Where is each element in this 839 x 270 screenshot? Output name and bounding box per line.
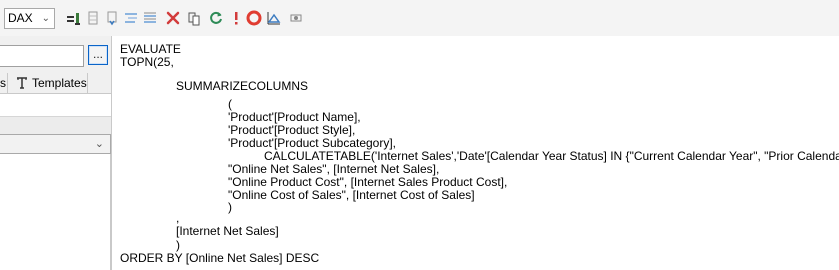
left-panel: ... s Templates ⌄: [0, 36, 112, 270]
server-icon[interactable]: [288, 10, 304, 26]
stop-icon[interactable]: [246, 10, 262, 26]
language-value: DAX: [8, 11, 33, 25]
clear-icon[interactable]: [165, 10, 181, 26]
search-field[interactable]: [0, 94, 111, 117]
error-icon[interactable]: [228, 10, 244, 26]
run-query-icon[interactable]: [66, 10, 82, 26]
panel-dropdown[interactable]: ⌄: [0, 134, 111, 154]
output-file-icon[interactable]: [104, 10, 120, 26]
code-line: ORDER BY [Online Net Sales] DESC: [120, 251, 320, 265]
chevron-down-icon: ⌄: [41, 13, 50, 24]
format-small-icon[interactable]: [142, 10, 158, 26]
code-line: "Online Cost of Sales", [Internet Cost o…: [228, 188, 475, 202]
paste-icon[interactable]: [186, 10, 202, 26]
format-query-icon[interactable]: [123, 10, 139, 26]
tab-templates[interactable]: Templates: [9, 73, 88, 93]
code-line: SUMMARIZECOLUMNS: [176, 79, 309, 93]
connection-field[interactable]: [0, 45, 84, 67]
tab-partial[interactable]: s: [0, 73, 8, 93]
toolbar: DAX ⌄: [0, 0, 839, 37]
tab-templates-label: Templates: [32, 76, 87, 90]
panel-tabs: s Templates: [0, 73, 111, 94]
panel-list[interactable]: [0, 154, 111, 270]
output-grid-icon[interactable]: [85, 10, 101, 26]
code-line: ): [228, 200, 232, 214]
language-select[interactable]: DAX ⌄: [4, 8, 55, 29]
query-editor[interactable]: EVALUATE TOPN(25, SUMMARIZECOLUMNS ( 'Pr…: [112, 36, 839, 270]
code-line: [Internet Net Sales]: [176, 224, 279, 238]
chart-icon[interactable]: [266, 10, 282, 26]
panel-band: [0, 117, 111, 134]
chevron-down-icon: ⌄: [94, 138, 104, 150]
browse-button[interactable]: ...: [88, 45, 108, 65]
refresh-icon[interactable]: [208, 10, 224, 26]
template-icon: [16, 75, 28, 89]
code-line: TOPN(25,: [120, 55, 174, 69]
